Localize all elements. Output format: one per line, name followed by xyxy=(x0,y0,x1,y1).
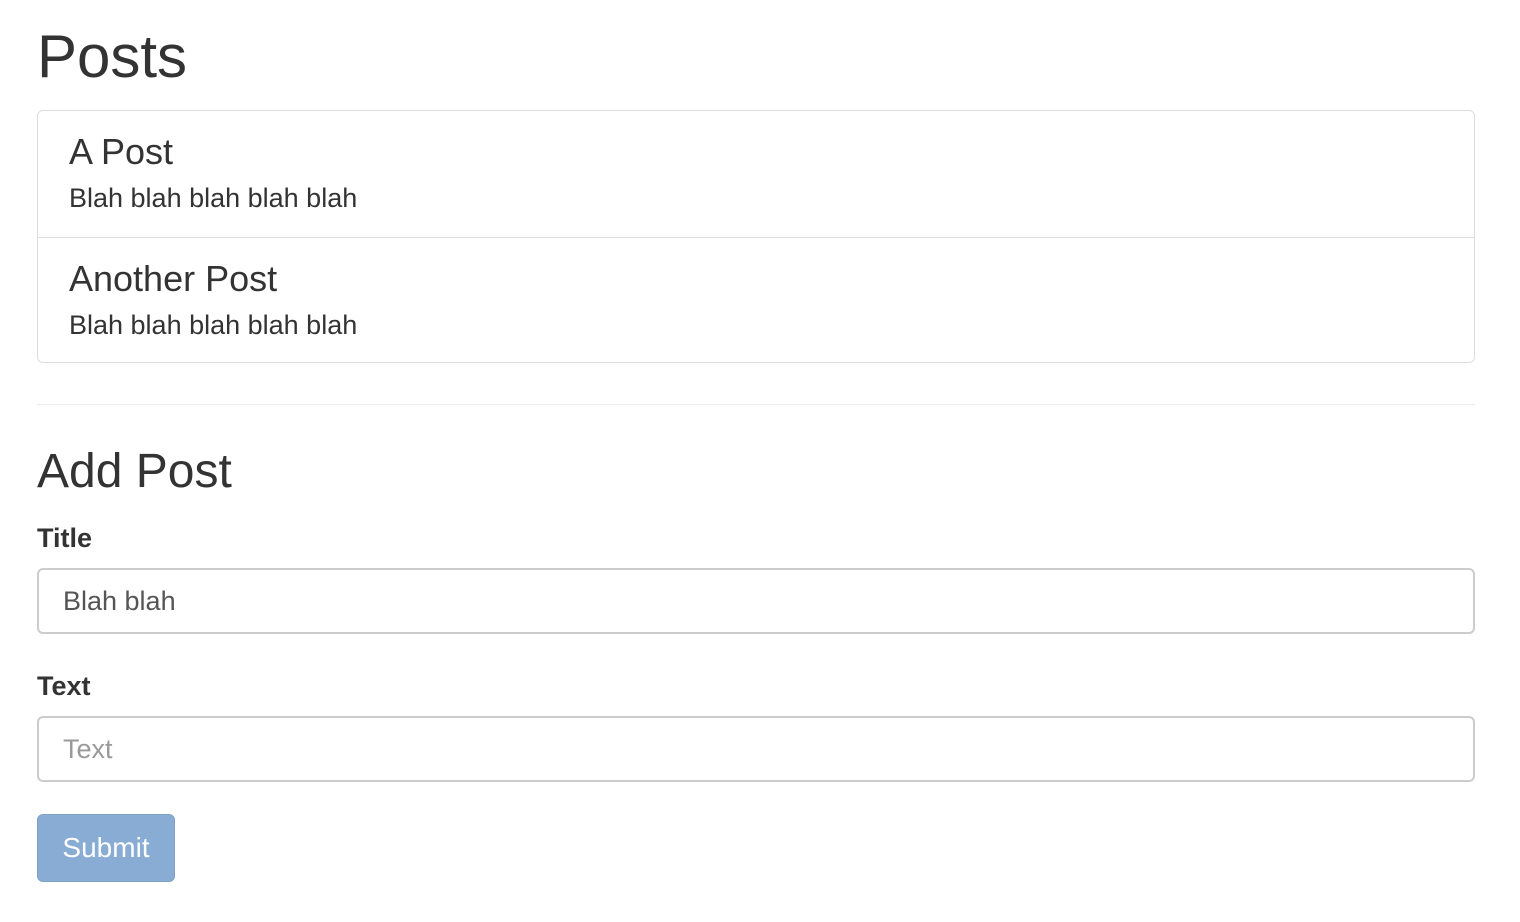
submit-button[interactable]: Submit xyxy=(37,814,175,882)
post-body: Blah blah blah blah blah xyxy=(69,183,358,213)
post-body: Blah blah blah blah blah xyxy=(69,310,358,340)
list-item[interactable]: A Post Blah blah blah blah blah xyxy=(38,111,1474,236)
add-post-heading: Add Post xyxy=(37,445,232,498)
post-title: Another Post xyxy=(69,258,278,299)
post-list: A Post Blah blah blah blah blah Another … xyxy=(37,110,1475,363)
title-input[interactable] xyxy=(37,568,1475,634)
text-field-label: Text xyxy=(37,671,91,701)
section-divider xyxy=(37,404,1475,405)
title-field-label: Title xyxy=(37,523,93,553)
page-title: Posts xyxy=(37,23,188,90)
post-title: A Post xyxy=(69,131,174,172)
list-item[interactable]: Another Post Blah blah blah blah blah xyxy=(38,237,1474,363)
text-input[interactable] xyxy=(37,716,1475,782)
